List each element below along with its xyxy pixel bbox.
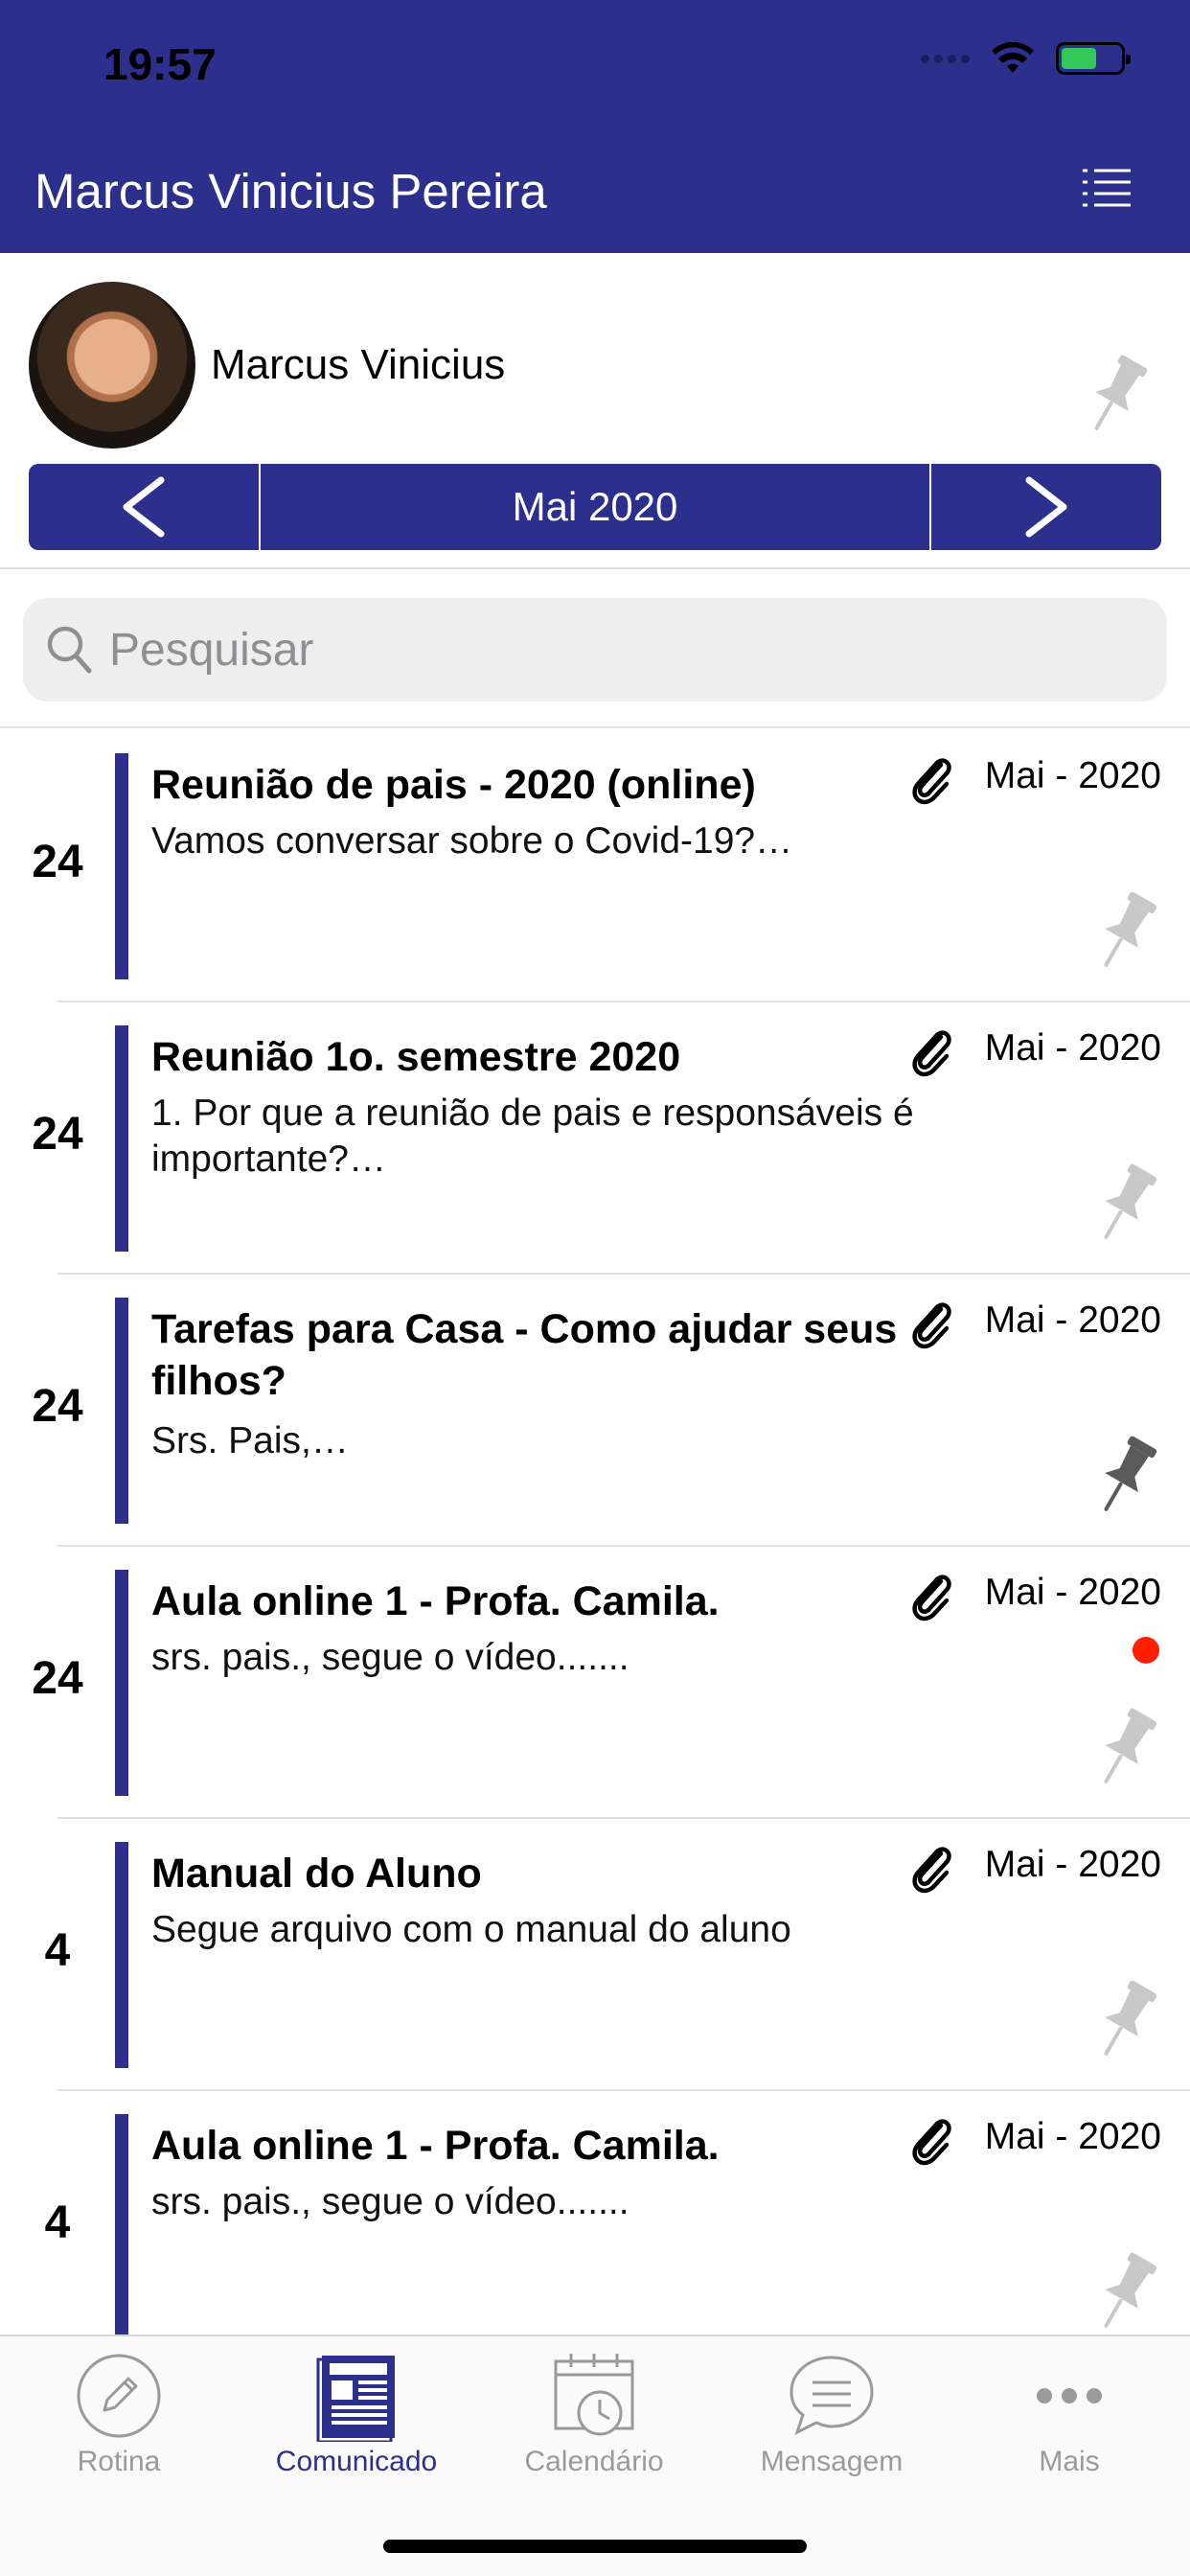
- item-date: Mai - 2020: [984, 1572, 1161, 1613]
- paperclip-icon: [912, 1847, 951, 1894]
- item-accent-bar: [115, 1570, 128, 1796]
- item-accent-bar: [115, 1842, 128, 2068]
- avatar[interactable]: [29, 282, 195, 448]
- status-icons: [921, 42, 1131, 75]
- pin-icon[interactable]: [1088, 1706, 1161, 1792]
- paperclip-icon: [912, 758, 951, 805]
- list-menu-icon[interactable]: [1081, 165, 1133, 211]
- item-preview: srs. pais., segue o vídeo.......: [151, 1637, 629, 1678]
- tab-label: Mais: [1039, 2446, 1100, 2477]
- item-accent-bar: [115, 1298, 128, 1524]
- item-title: Aula online 1 - Profa. Camila.: [151, 1578, 720, 1624]
- tab-mensagem[interactable]: Mensagem: [713, 2350, 950, 2494]
- search-input[interactable]: [109, 623, 1067, 677]
- paperclip-icon: [912, 1030, 951, 1077]
- search-icon: [47, 626, 92, 674]
- newspaper-icon: [316, 2356, 395, 2442]
- paperclip-icon: [912, 1302, 951, 1349]
- pin-icon[interactable]: [1088, 1434, 1161, 1520]
- tab-rotina[interactable]: Rotina: [0, 2350, 238, 2494]
- list-item[interactable]: 24 Tarefas para Casa - Como ajudar seus …: [0, 1275, 1190, 1547]
- tab-label: Rotina: [77, 2446, 161, 2477]
- item-accent-bar: [115, 2114, 128, 2334]
- battery-icon: [1056, 42, 1131, 75]
- item-title: Reunião 1o. semestre 2020: [151, 1034, 681, 1080]
- item-date: Mai - 2020: [984, 1844, 1161, 1885]
- item-day: 24: [32, 1381, 83, 1432]
- item-preview: Vamos conversar sobre o Covid-19?…: [151, 820, 793, 862]
- item-date: Mai - 2020: [984, 2116, 1161, 2157]
- item-title: Tarefas para Casa - Como ajudar seus fil…: [151, 1306, 898, 1404]
- item-date: Mai - 2020: [984, 1300, 1161, 1341]
- list-item[interactable]: 4 Manual do Aluno Segue arquivo com o ma…: [0, 1819, 1190, 2091]
- item-preview: Segue arquivo com o manual do aluno: [151, 1909, 791, 1950]
- item-day: 24: [32, 1109, 83, 1160]
- item-accent-bar: [115, 1025, 128, 1252]
- item-date: Mai - 2020: [984, 1027, 1161, 1069]
- item-title: Manual do Aluno: [151, 1851, 482, 1897]
- previous-month-button[interactable]: [29, 464, 259, 550]
- tab-comunicado[interactable]: Comunicado: [238, 2350, 475, 2494]
- pin-icon[interactable]: [1088, 1978, 1161, 2064]
- list-item[interactable]: 24 Reunião de pais - 2020 (online) Vamos…: [0, 730, 1190, 1002]
- app-header: 19:57 Marcus Vinicius Pereira: [0, 0, 1190, 253]
- item-day: 24: [32, 837, 83, 887]
- wifi-icon: [992, 42, 1034, 73]
- item-accent-bar: [115, 753, 128, 979]
- unread-indicator: [1133, 1637, 1159, 1664]
- status-time: 19:57: [103, 39, 217, 89]
- tab-label: Mensagem: [760, 2446, 904, 2477]
- item-title: Aula online 1 - Profa. Camila.: [151, 2123, 720, 2169]
- item-date: Mai - 2020: [984, 755, 1161, 796]
- month-navigator: Mai 2020: [29, 464, 1161, 550]
- more-dots-icon: [1037, 2388, 1102, 2404]
- item-preview: Srs. Pais,…: [151, 1420, 349, 1461]
- paperclip-icon: [912, 1575, 951, 1622]
- home-indicator: [383, 2540, 807, 2553]
- pin-icon[interactable]: [1088, 889, 1161, 976]
- pencil-circle-icon: [77, 2354, 161, 2438]
- tab-label: Comunicado: [275, 2446, 438, 2477]
- item-day: 24: [32, 1653, 83, 1704]
- list-item[interactable]: 24 Aula online 1 - Profa. Camila. srs. p…: [0, 1547, 1190, 1819]
- item-preview: srs. pais., segue o vídeo.......: [151, 2181, 629, 2222]
- item-day: 4: [44, 2197, 71, 2248]
- list-item[interactable]: 24 Reunião 1o. semestre 2020 1. Por que …: [0, 1002, 1190, 1275]
- student-card: Marcus Vinicius Mai 2020: [0, 253, 1190, 569]
- chevron-right-icon: [1025, 476, 1067, 538]
- cellular-signal-icon: [921, 54, 970, 63]
- tab-mais[interactable]: Mais: [950, 2350, 1188, 2494]
- next-month-button[interactable]: [931, 464, 1161, 550]
- list-item[interactable]: 4 Aula online 1 - Profa. Camila. srs. pa…: [0, 2091, 1190, 2334]
- pin-icon[interactable]: [1088, 2250, 1161, 2334]
- page-title: Marcus Vinicius Pereira: [34, 164, 547, 218]
- chevron-left-icon: [123, 476, 165, 538]
- student-name: Marcus Vinicius: [211, 341, 506, 388]
- search-section: [0, 571, 1190, 728]
- item-preview: 1. Por que a reunião de pais e responsáv…: [151, 1092, 914, 1180]
- calendar-clock-icon: [554, 2354, 634, 2436]
- chat-bubble-icon: [790, 2356, 874, 2435]
- paperclip-icon: [912, 2119, 951, 2166]
- item-day: 4: [44, 1925, 71, 1976]
- item-title: Reunião de pais - 2020 (online): [151, 762, 756, 808]
- tab-label: Calendário: [524, 2446, 664, 2477]
- pin-icon[interactable]: [1088, 1162, 1161, 1248]
- search-bar[interactable]: [23, 598, 1167, 702]
- announcement-list: 24 Reunião de pais - 2020 (online) Vamos…: [0, 730, 1190, 2334]
- current-month-label: Mai 2020: [259, 464, 931, 550]
- tab-calendario[interactable]: Calendário: [475, 2350, 713, 2494]
- pin-icon[interactable]: [1079, 353, 1152, 439]
